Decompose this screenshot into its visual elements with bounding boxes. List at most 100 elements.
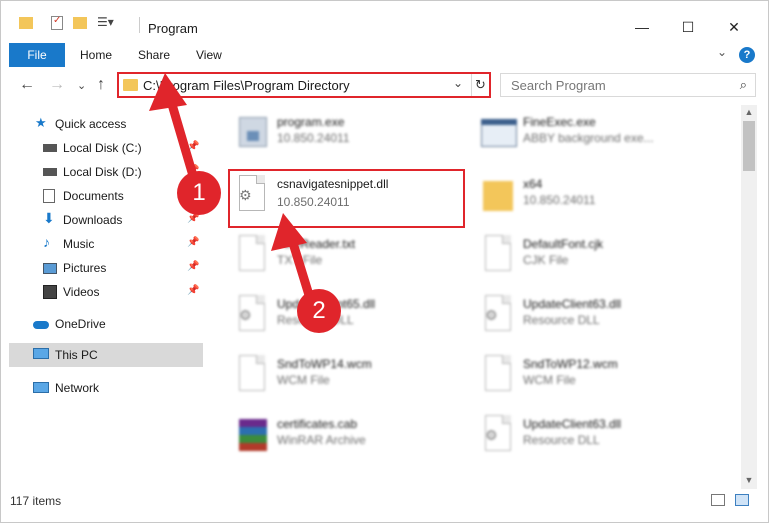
music-icon: ♪ (43, 234, 50, 250)
download-icon: ⬇ (43, 210, 55, 226)
large-icons-view-icon[interactable] (735, 494, 749, 506)
sidebar-item-pictures[interactable]: Pictures 📌 (9, 257, 203, 279)
file-details: WinRAR Archive (277, 433, 366, 447)
scrollbar-thumb[interactable] (743, 121, 755, 171)
text-file-icon (479, 353, 515, 397)
file-details: Resource DLL (523, 313, 600, 327)
sidebar-item-label: This PC (55, 348, 98, 362)
up-arrow-icon[interactable]: ↑ (97, 76, 105, 94)
search-input[interactable]: Search Program ⌕ (500, 73, 756, 97)
sidebar-item-label: Music (63, 237, 95, 251)
sidebar-item-label: Pictures (63, 261, 107, 275)
recent-locations-icon[interactable]: ⌄ (77, 79, 86, 92)
scroll-down-icon[interactable]: ▼ (741, 475, 757, 487)
sidebar-item-onedrive[interactable]: OneDrive (9, 313, 203, 335)
gear-icon: ⚙ (485, 427, 498, 443)
address-path: C:\Program Files\Program Directory (143, 78, 350, 93)
help-icon[interactable]: ? (739, 47, 755, 63)
file-item[interactable]: DefaultFont.cjk CJK File (475, 229, 715, 285)
callout-badge-1: 1 (177, 171, 221, 215)
pin-icon: 📌 (187, 237, 200, 248)
file-item[interactable]: SndToWP12.wcm WCM File (475, 349, 715, 405)
file-item[interactable]: FineExec.exe ABBY background exe... (475, 107, 715, 163)
title-bar: ✓ ☰▾ Program — ☐ ✕ (1, 1, 768, 41)
minimize-button[interactable]: — (619, 13, 665, 41)
file-item[interactable]: x64 10.850.24011 (475, 169, 715, 225)
computer-icon (33, 348, 49, 359)
file-details: CJK File (523, 253, 569, 267)
sidebar-item-this-pc[interactable]: This PC (9, 343, 203, 367)
folder-icon (19, 17, 33, 29)
drive-icon (43, 144, 57, 152)
file-item[interactable]: FineReader.txt TXT File (229, 229, 469, 285)
scroll-up-icon[interactable]: ▲ (741, 107, 757, 119)
navigation-pane: ★ Quick access Local Disk (C:) 📌 Local D… (9, 105, 205, 485)
sidebar-item-downloads[interactable]: ⬇ Downloads 📌 (9, 209, 203, 231)
pin-icon: 📌 (187, 261, 200, 272)
file-name: UpdateClient63.dll (523, 297, 622, 311)
sidebar-item-videos[interactable]: Videos 📌 (9, 281, 203, 303)
chevron-down-icon[interactable]: ⌄ (453, 76, 463, 90)
sidebar-item-local-disk-c[interactable]: Local Disk (C:) 📌 (9, 137, 203, 159)
vertical-scrollbar[interactable]: ▲ ▼ (741, 105, 757, 489)
file-details: 10.850.24011 (277, 131, 350, 145)
videos-icon (43, 285, 57, 299)
file-item[interactable]: certificates.cab WinRAR Archive (229, 409, 469, 465)
sidebar-item-label: OneDrive (55, 317, 106, 331)
file-item[interactable]: SndToWP14.wcm WCM File (229, 349, 469, 405)
sidebar-item-quick-access[interactable]: ★ Quick access (9, 113, 203, 135)
file-name: FineExec.exe (523, 115, 596, 129)
file-name: certificates.cab (277, 417, 358, 431)
sidebar-item-label: Local Disk (D:) (63, 165, 142, 179)
close-button[interactable]: ✕ (711, 13, 757, 41)
address-bar[interactable]: C:\Program Files\Program Directory ⌄ ↻ (117, 72, 491, 98)
file-name: DefaultFont.cjk (523, 237, 604, 251)
chevron-down-icon[interactable]: ⌄ (717, 45, 727, 59)
details-view-icon[interactable] (711, 494, 725, 506)
file-details: Resource DLL (523, 433, 600, 447)
sidebar-item-label: Local Disk (C:) (63, 141, 142, 155)
maximize-button[interactable]: ☐ (665, 13, 711, 41)
file-name: UpdateClient63.dll (523, 417, 622, 431)
pin-icon: 📌 (187, 285, 200, 296)
text-file-icon (233, 353, 269, 397)
address-row: ← → ⌄ ↑ C:\Program Files\Program Directo… (1, 67, 768, 105)
file-details: TXT File (277, 253, 323, 267)
file-list: program.exe 10.850.24011 FineExec.exe AB… (209, 105, 741, 485)
pin-icon: 📌 (187, 141, 200, 152)
tab-view[interactable]: View (196, 43, 222, 67)
sidebar-item-local-disk-d[interactable]: Local Disk (D:) 📌 (9, 161, 203, 183)
ribbon-tabs: File Home Share View ⌄ ? (1, 43, 768, 67)
pictures-icon (43, 263, 57, 274)
sidebar-item-documents[interactable]: Documents 📌 (9, 185, 203, 207)
back-arrow-icon[interactable]: ← (19, 76, 35, 94)
file-item[interactable]: ⚙ UpdateClient63.dll Resource DLL (475, 409, 715, 465)
star-icon: ★ (35, 115, 47, 130)
file-item[interactable]: ⚙ UpdateClient65.dll Resource DLL (229, 289, 469, 345)
properties-icon[interactable]: ✓ (51, 15, 63, 30)
file-item[interactable]: program.exe 10.850.24011 (229, 107, 469, 163)
sidebar-item-label: Documents (63, 189, 124, 203)
sidebar-item-label: Network (55, 381, 100, 395)
file-name: program.exe (277, 115, 345, 129)
forward-arrow-icon[interactable]: → (49, 76, 65, 94)
file-name: SndToWP12.wcm (523, 357, 618, 371)
file-name: x64 (523, 177, 543, 191)
file-item[interactable]: ⚙ UpdateClient63.dll Resource DLL (475, 289, 715, 345)
status-bar: 117 items (1, 489, 768, 522)
tab-home[interactable]: Home (80, 43, 112, 67)
refresh-icon[interactable]: ↻ (471, 74, 489, 96)
folder-icon (123, 79, 138, 91)
sidebar-item-music[interactable]: ♪ Music 📌 (9, 233, 203, 255)
gear-icon: ⚙ (485, 307, 498, 323)
new-folder-icon[interactable] (73, 17, 87, 29)
text-file-icon (479, 233, 515, 277)
tab-file[interactable]: File (9, 43, 65, 67)
gear-icon: ⚙ (239, 307, 252, 323)
tab-share[interactable]: Share (138, 43, 170, 67)
file-details: 10.850.24011 (523, 193, 596, 207)
sidebar-item-network[interactable]: Network (9, 377, 203, 399)
file-name: FineReader.txt (277, 237, 356, 251)
dll-file-icon: ⚙ (479, 293, 515, 337)
customize-toolbar-icon[interactable]: ☰▾ (97, 15, 114, 29)
